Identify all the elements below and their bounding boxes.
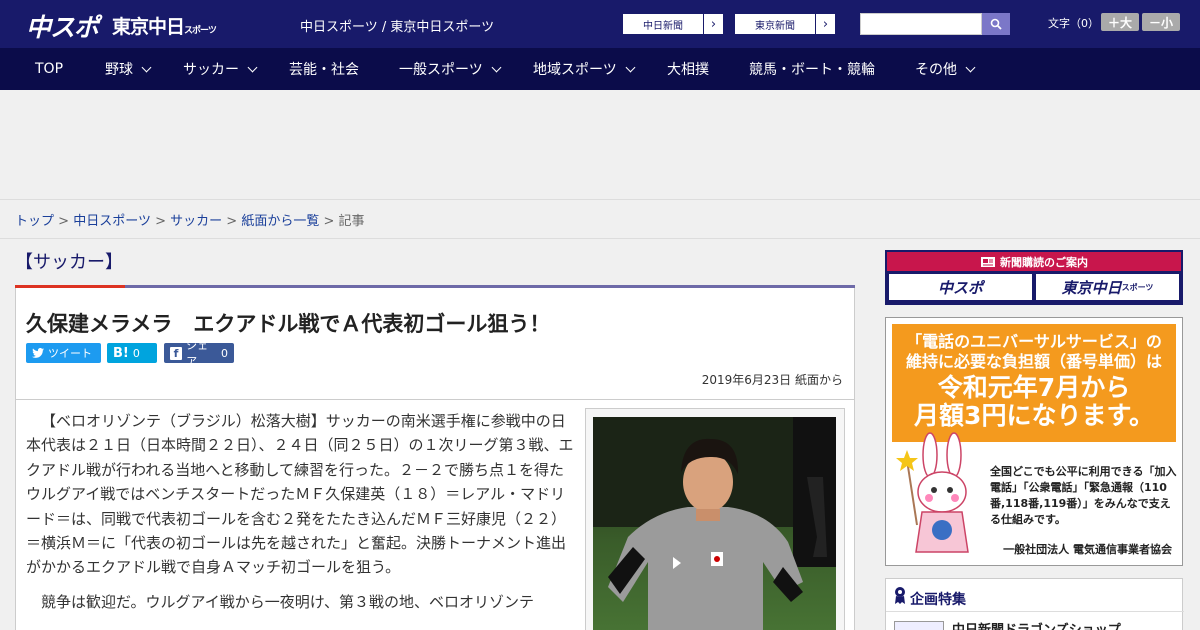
subscribe-tokyo-chunichi-button[interactable]: 東京中日 スポーツ xyxy=(1036,274,1179,300)
hatena-bookmark-button[interactable]: B! 0 xyxy=(107,343,157,363)
font-smaller-button[interactable]: －小 xyxy=(1142,13,1180,31)
dragons-shop-thumbnail[interactable] xyxy=(894,621,944,630)
breadcrumb-paper-list[interactable]: 紙面から一覧 xyxy=(241,214,319,229)
nav-item-baseball[interactable]: 野球 xyxy=(105,48,152,90)
article-body: 【ベロオリゾンテ（ブラジル）松落大樹】サッカーの南米選手権に参戦中の日本代表は２… xyxy=(26,409,574,624)
subscribe-chuspo-button[interactable]: 中スポ xyxy=(889,274,1032,300)
chuspo-logo[interactable]: 中スポ xyxy=(26,8,99,44)
divider xyxy=(886,611,1184,612)
font-larger-button[interactable]: ＋大 xyxy=(1101,13,1139,31)
subscription-header: 新聞購読のご案内 xyxy=(887,252,1181,271)
font-size-label: 文字（0） xyxy=(1048,17,1099,30)
site-search xyxy=(860,13,1010,35)
ad-organization: 一般社団法人 電気通信事業者協会 xyxy=(1003,543,1172,556)
site-title: 中日スポーツ / 東京中日スポーツ xyxy=(300,20,495,35)
nav-item-racing[interactable]: 競馬・ボート・競輪 xyxy=(749,48,875,90)
chunichi-shimbun-button[interactable]: 中日新聞 › xyxy=(622,13,724,35)
nav-item-sumo[interactable]: 大相撲 xyxy=(667,48,709,90)
nav-item-soccer[interactable]: サッカー xyxy=(183,48,258,90)
tokyo-chunichi-logo[interactable]: 東京中日スポーツ xyxy=(112,12,217,39)
article-paragraph: 競争は歓迎だ。ウルグアイ戦から一夜明け、第３戦の地、ベロオリゾンテ xyxy=(41,592,535,611)
divider xyxy=(0,238,1200,239)
breadcrumb-current: 記事 xyxy=(338,214,365,229)
chevron-down-icon xyxy=(625,62,636,72)
facebook-share-button[interactable]: f シェア 0 xyxy=(164,339,234,368)
ribbon-icon xyxy=(895,587,905,604)
ad-body-text: 全国どこでも公平に利用できる「加入電話」「公衆電話」「緊急通報（110番,118… xyxy=(990,465,1177,526)
dragons-shop-link[interactable]: 中日新聞ドラゴンズショップ xyxy=(952,619,1121,630)
breadcrumb-chunichi-sports[interactable]: 中日スポーツ xyxy=(73,214,151,229)
tokyo-shimbun-button[interactable]: 東京新聞 › xyxy=(734,13,836,35)
nav-item-top[interactable]: TOP xyxy=(35,48,63,90)
article-headline: 久保建メラメラ エクアドル戦でＡ代表初ゴール狙う！ xyxy=(26,312,551,336)
nav-item-general-sports[interactable]: 一般スポーツ xyxy=(399,48,502,90)
nav-item-entertainment[interactable]: 芸能・社会 xyxy=(289,48,359,90)
twitter-icon xyxy=(32,348,44,358)
nav-item-other[interactable]: その他 xyxy=(915,48,976,90)
ad-orange-panel: 「電話のユニバーサルサービス」の 維持に必要な負担額（番号単価）は 令和元年7月… xyxy=(892,324,1176,442)
article-photo[interactable] xyxy=(593,417,836,630)
chevron-down-icon xyxy=(965,62,976,72)
section-label: 【サッカー】 xyxy=(15,252,123,273)
chevron-down-icon xyxy=(491,62,502,72)
breadcrumb-top[interactable]: トップ xyxy=(15,214,54,229)
feature-title: 企画特集 xyxy=(910,592,966,608)
article-paragraph: 【ベロオリゾンテ（ブラジル）松落大樹】サッカーの南米選手権に参戦中の日本代表は２… xyxy=(26,412,574,577)
main-nav: TOP 野球 サッカー 芸能・社会 一般スポーツ 地域スポーツ 大相撲 競馬・ボ… xyxy=(0,48,1200,90)
newspaper-icon xyxy=(981,256,995,267)
chevron-down-icon xyxy=(141,62,152,72)
chevron-right-icon: › xyxy=(815,14,835,34)
chevron-down-icon xyxy=(247,62,258,72)
hatena-icon: B! xyxy=(113,345,129,361)
player-photo-illustration xyxy=(593,417,836,630)
feature-box: 企画特集 中日新聞ドラゴンズショップ xyxy=(885,578,1184,630)
rabbit-mascot-icon xyxy=(896,432,969,553)
tweet-button[interactable]: ツイート xyxy=(26,343,101,363)
chevron-right-icon: › xyxy=(703,14,723,34)
breadcrumb-soccer[interactable]: サッカー xyxy=(170,214,222,229)
subscription-box: 新聞購読のご案内 中スポ 東京中日 スポーツ xyxy=(885,250,1183,305)
search-button[interactable] xyxy=(982,13,1010,35)
ad-space xyxy=(0,90,1200,200)
top-header: 中スポ 東京中日スポーツ 中日スポーツ / 東京中日スポーツ 中日新聞 › 東京… xyxy=(0,0,1200,48)
universal-service-ad[interactable]: 「電話のユニバーサルサービス」の 維持に必要な負担額（番号単価）は 令和元年7月… xyxy=(885,317,1183,566)
nav-item-local-sports[interactable]: 地域スポーツ xyxy=(533,48,636,90)
article-date: 2019年6月23日 紙面から xyxy=(701,373,843,387)
breadcrumb: トップ > 中日スポーツ > サッカー > 紙面から一覧 > 記事 xyxy=(15,214,365,229)
search-icon xyxy=(990,18,1002,30)
facebook-icon: f xyxy=(170,346,183,360)
search-input[interactable] xyxy=(860,13,982,35)
